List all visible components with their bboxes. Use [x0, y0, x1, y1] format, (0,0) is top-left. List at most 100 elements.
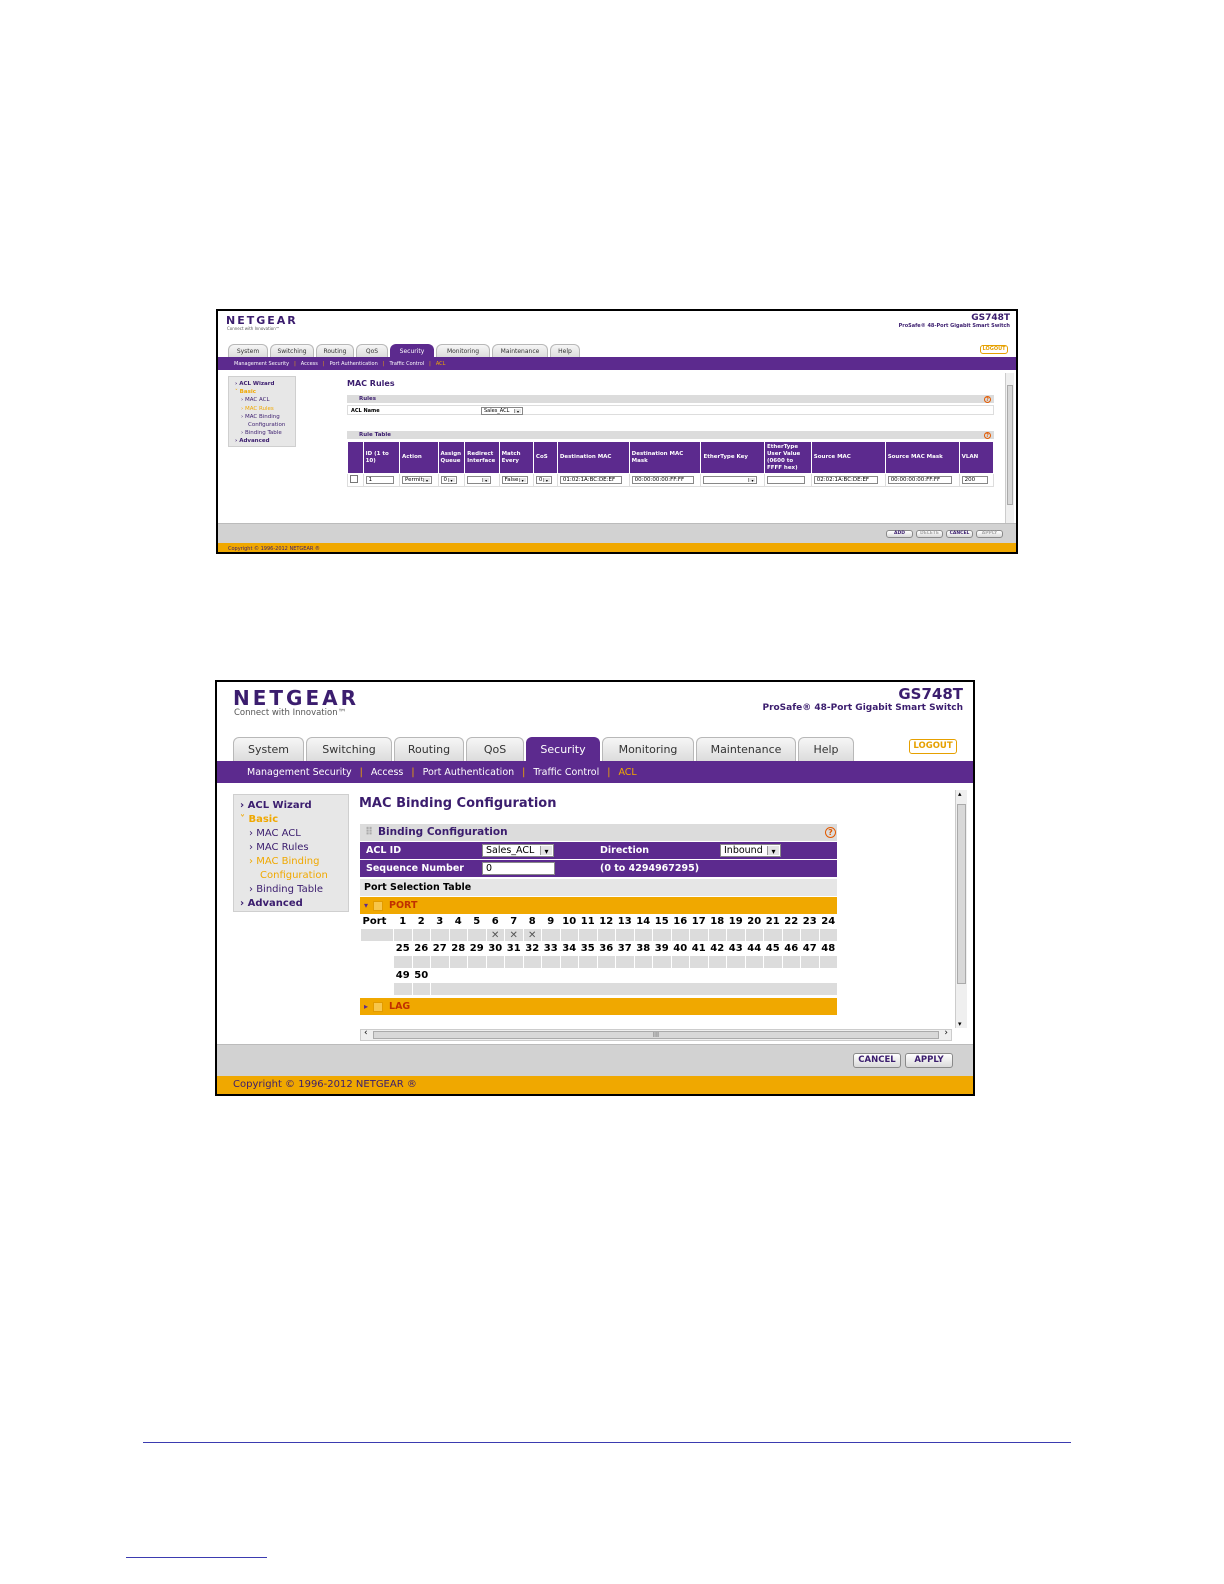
port-checkbox[interactable] — [411, 928, 431, 942]
subnav-management-security[interactable]: Management Security — [247, 767, 352, 778]
port-checkbox[interactable] — [763, 928, 783, 942]
scroll-down-icon[interactable]: ▾ — [958, 1020, 962, 1028]
tab-help[interactable]: Help — [550, 344, 580, 357]
tab-monitoring[interactable]: Monitoring — [602, 737, 694, 761]
sidebar-item-acl-wizard[interactable]: › ACL Wizard — [235, 380, 289, 388]
port-checkbox[interactable] — [393, 982, 413, 996]
lag-group-checkbox[interactable] — [373, 1001, 384, 1012]
help-icon[interactable]: ? — [984, 432, 991, 439]
port-checkbox[interactable] — [596, 955, 616, 969]
sidebar-item-binding-table[interactable]: › Binding Table — [240, 883, 342, 897]
subnav-access[interactable]: Access — [301, 361, 318, 367]
port-checkbox[interactable] — [504, 955, 524, 969]
tab-qos[interactable]: QoS — [356, 344, 388, 357]
port-checkbox[interactable] — [670, 928, 690, 942]
port-checkbox[interactable] — [541, 928, 561, 942]
scrollbar-thumb[interactable]: III — [373, 1031, 939, 1039]
sidebar-item-binding-table[interactable]: › Binding Table — [235, 429, 289, 437]
redirect-interface-select[interactable]: ▾ — [467, 476, 492, 484]
port-checkbox[interactable] — [615, 928, 635, 942]
tab-maintenance[interactable]: Maintenance — [696, 737, 796, 761]
port-checkbox[interactable] — [578, 928, 598, 942]
port-checkbox[interactable] — [781, 928, 801, 942]
tab-help[interactable]: Help — [798, 737, 854, 761]
sidebar-item-mac-rules[interactable]: › MAC Rules — [235, 405, 289, 413]
port-checkbox[interactable] — [800, 928, 820, 942]
ethertype-key-select[interactable]: ▾ — [703, 476, 758, 484]
vertical-scrollbar[interactable] — [1005, 373, 1014, 523]
port-checkbox[interactable] — [615, 955, 635, 969]
tab-system[interactable]: System — [233, 737, 304, 761]
ethertype-value-input[interactable] — [766, 476, 805, 484]
port-checkbox[interactable] — [652, 928, 672, 942]
sidebar-item-acl-wizard[interactable]: › ACL Wizard — [240, 799, 342, 813]
port-checkbox[interactable] — [448, 955, 468, 969]
sidebar-item-mac-binding[interactable]: › MAC Binding — [240, 855, 342, 869]
sidebar-item-advanced[interactable]: › Advanced — [235, 437, 289, 445]
subnav-acl[interactable]: ACL — [618, 767, 636, 778]
subnav-management-security[interactable]: Management Security — [234, 361, 289, 367]
port-checkbox[interactable] — [467, 955, 487, 969]
dest-mac-mask-input[interactable]: 00:00:00:00:FF:FF — [631, 476, 694, 484]
port-checkbox[interactable] — [781, 955, 801, 969]
delete-button[interactable]: DELETE — [916, 530, 943, 538]
apply-button[interactable]: APPLY — [905, 1053, 953, 1068]
cos-select[interactable]: 0 ▾ — [535, 476, 552, 484]
sidebar-item-basic[interactable]: ˅ Basic — [235, 388, 289, 396]
action-select[interactable]: Permit ▾ — [402, 476, 433, 484]
port-checkbox[interactable] — [541, 955, 561, 969]
sidebar-item-mac-binding-cont[interactable]: Configuration — [235, 421, 289, 429]
port-checkbox[interactable] — [578, 955, 598, 969]
help-icon[interactable]: ? — [825, 827, 836, 838]
scrollbar-thumb[interactable] — [1007, 385, 1013, 505]
add-button[interactable]: ADD — [886, 530, 913, 538]
port-checkbox[interactable] — [467, 928, 487, 942]
dest-mac-input[interactable]: 01:02:1A:BC:DE:EF — [559, 476, 622, 484]
port-checkbox[interactable] — [726, 955, 746, 969]
horizontal-scrollbar[interactable]: ‹ III › — [360, 1028, 952, 1041]
scroll-left-icon[interactable]: ‹ — [364, 1028, 368, 1038]
port-checkbox-selected-6[interactable]: ✕ — [485, 928, 505, 942]
port-checkbox[interactable] — [448, 928, 468, 942]
port-checkbox[interactable] — [689, 955, 709, 969]
subnav-traffic-control[interactable]: Traffic Control — [533, 767, 599, 778]
apply-button[interactable]: APPLY — [976, 530, 1003, 538]
subnav-port-authentication[interactable]: Port Authentication — [423, 767, 515, 778]
sidebar-item-mac-acl[interactable]: › MAC ACL — [235, 396, 289, 404]
port-checkbox[interactable] — [485, 955, 505, 969]
port-checkbox-selected-8[interactable]: ✕ — [522, 928, 542, 942]
port-checkbox[interactable] — [411, 955, 431, 969]
port-checkbox[interactable] — [393, 928, 413, 942]
port-checkbox[interactable] — [430, 955, 450, 969]
tab-qos[interactable]: QoS — [466, 737, 524, 761]
port-checkbox[interactable] — [744, 928, 764, 942]
tab-switching[interactable]: Switching — [306, 737, 392, 761]
port-checkbox[interactable] — [800, 955, 820, 969]
acl-id-select[interactable]: Sales_ACL ▾ — [482, 844, 554, 857]
scroll-up-icon[interactable]: ▴ — [958, 790, 962, 798]
port-checkbox[interactable] — [430, 928, 450, 942]
subnav-traffic-control[interactable]: Traffic Control — [389, 361, 424, 367]
port-checkbox[interactable] — [744, 955, 764, 969]
row-checkbox[interactable] — [350, 475, 358, 483]
sidebar-item-mac-rules[interactable]: › MAC Rules — [240, 841, 342, 855]
tab-routing[interactable]: Routing — [316, 344, 354, 357]
sidebar-item-mac-binding-cont[interactable]: Configuration — [240, 869, 342, 883]
tab-switching[interactable]: Switching — [270, 344, 314, 357]
logout-button[interactable]: LOGOUT — [909, 739, 957, 754]
port-checkbox[interactable] — [707, 928, 727, 942]
port-checkbox[interactable] — [670, 955, 690, 969]
sidebar-item-mac-binding[interactable]: › MAC Binding — [235, 413, 289, 421]
port-checkbox[interactable] — [689, 928, 709, 942]
port-group-header[interactable]: ▾ PORT — [360, 897, 837, 914]
scrollbar-thumb[interactable] — [957, 804, 966, 984]
acl-name-select[interactable]: Sales_ACL ▾ — [481, 407, 523, 415]
match-every-select[interactable]: False ▾ — [501, 476, 528, 484]
subnav-access[interactable]: Access — [371, 767, 404, 778]
logout-button[interactable]: LOGOUT — [980, 345, 1008, 354]
sidebar-item-basic[interactable]: ˅ Basic — [240, 813, 342, 827]
cancel-button[interactable]: CANCEL — [853, 1053, 901, 1068]
direction-select[interactable]: Inbound ▾ — [720, 844, 781, 857]
port-checkbox[interactable] — [633, 955, 653, 969]
port-checkbox[interactable] — [393, 955, 413, 969]
